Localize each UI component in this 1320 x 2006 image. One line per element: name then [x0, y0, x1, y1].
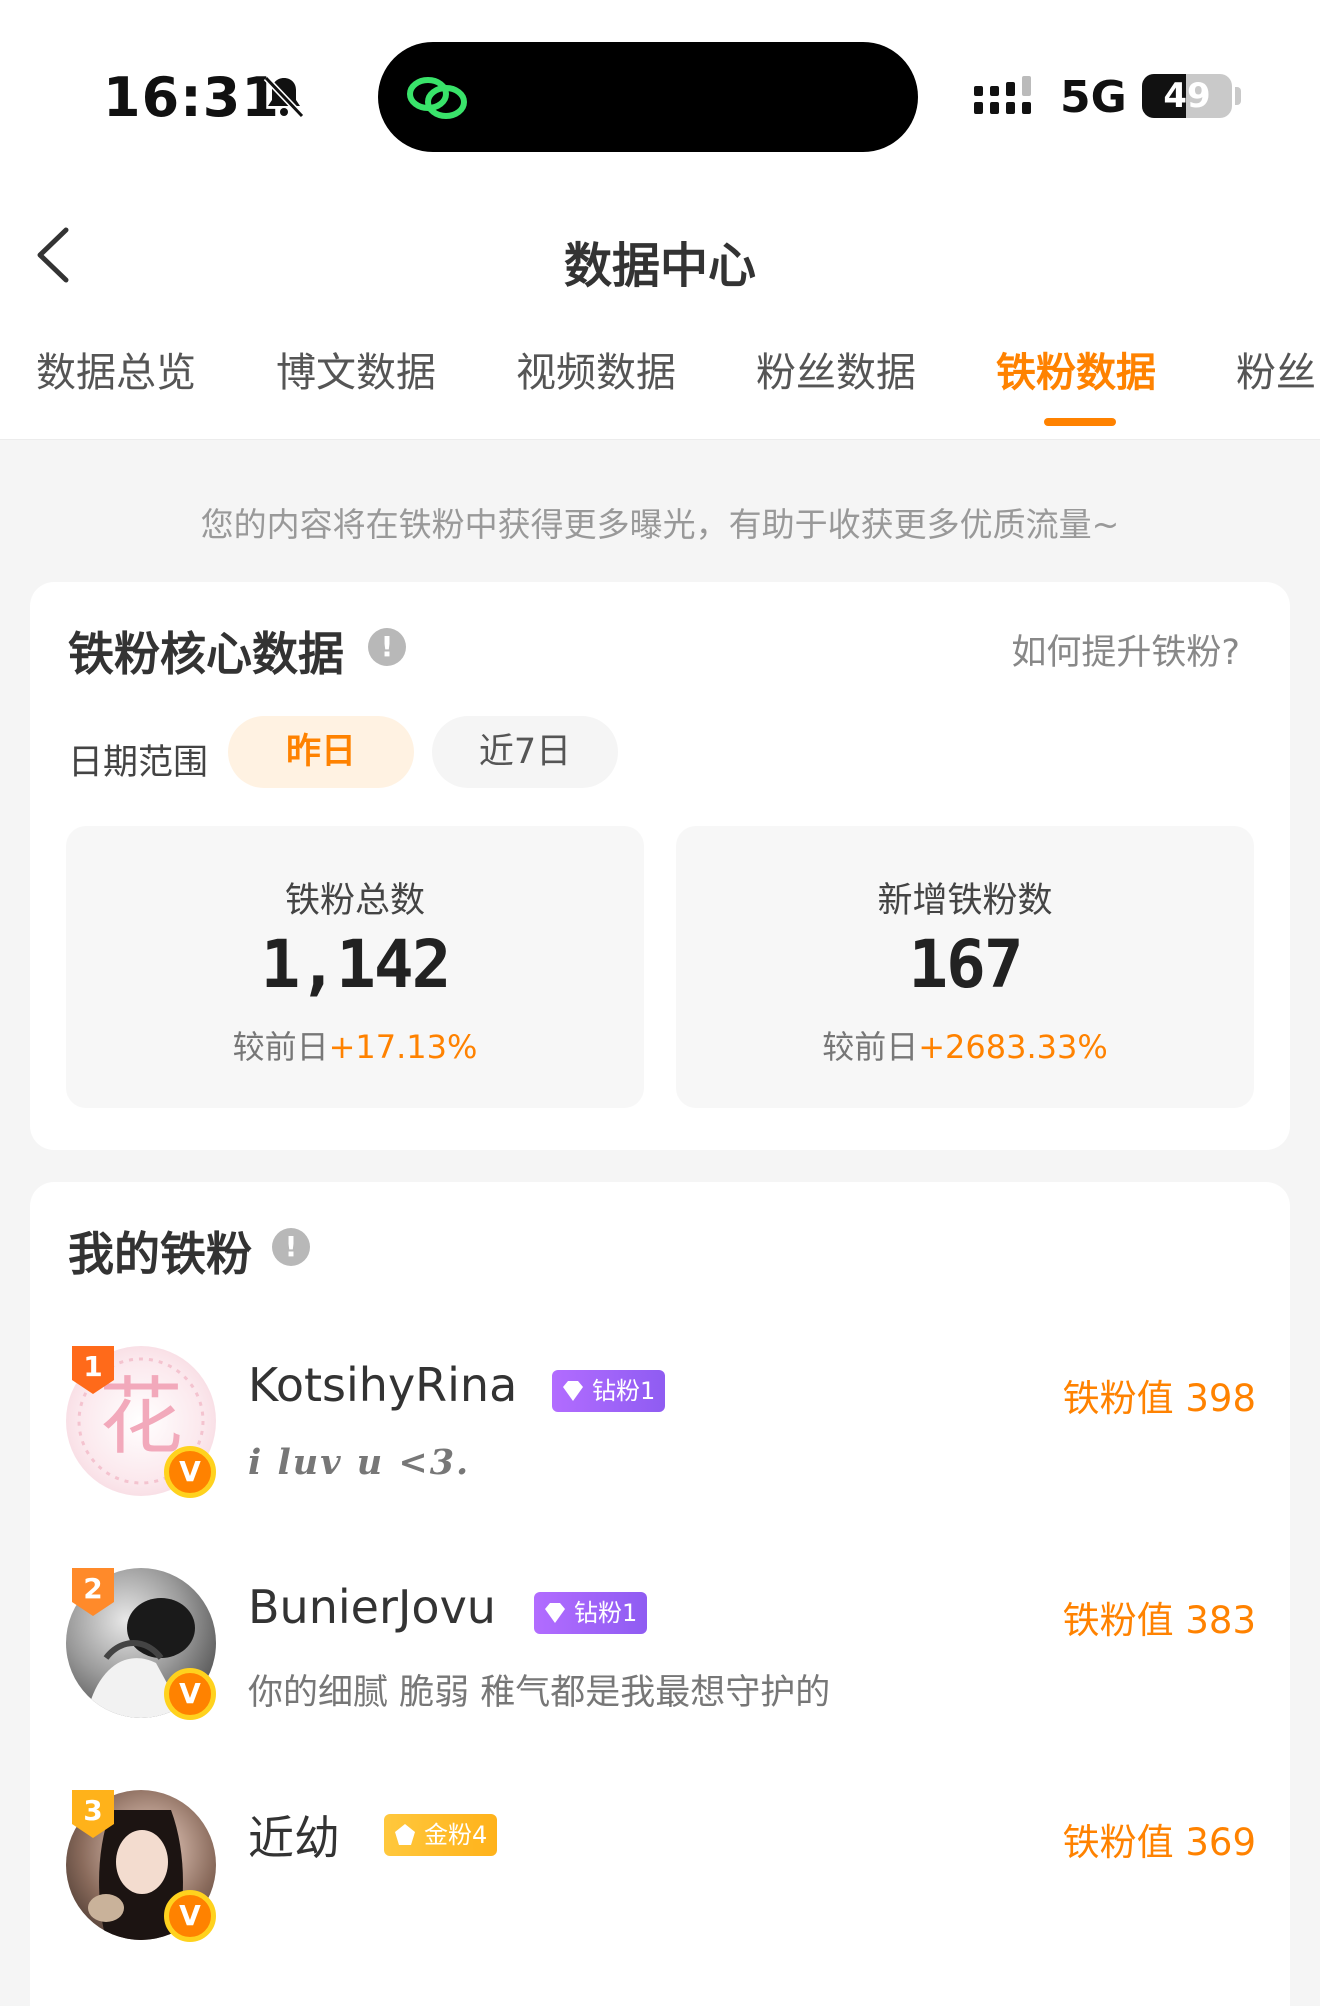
fan-bio: 你的细腻 脆弱 稚气都是我最想守护的 [248, 1673, 831, 1713]
stat-label: 铁粉总数 [284, 881, 425, 921]
battery-icon: 49 [1142, 74, 1232, 118]
status-time: 16:31 [103, 66, 280, 129]
svg-text:3: 3 [83, 1794, 102, 1827]
fan-score: 铁粉值 383 [1062, 1599, 1256, 1642]
tab-video[interactable]: 视频数据 [516, 340, 676, 398]
stat-compare: 较前日+17.13% [66, 1022, 644, 1068]
info-icon[interactable]: ! [272, 1228, 310, 1266]
fan-list-item[interactable]: 2 V BunierJovu 钻粉1 你的细腻 脆弱 稚气都是我最想守护的 铁粉… [66, 1568, 1256, 1748]
fan-level-badge: 钻粉1 [534, 1592, 648, 1634]
verified-v-icon: V [164, 1890, 216, 1942]
stat-label: 新增铁粉数 [877, 881, 1053, 921]
svg-text:2: 2 [83, 1572, 102, 1605]
fan-score: 铁粉值 398 [1062, 1377, 1256, 1420]
svg-text:1: 1 [83, 1350, 102, 1383]
new-iron-fans-stat: 新增铁粉数 167 较前日+2683.33% [676, 826, 1254, 1108]
my-iron-fans-title: 我的铁粉 [68, 1227, 252, 1281]
bell-slash-icon [263, 75, 305, 119]
date-range-label: 日期范围 [68, 743, 209, 783]
rank-badge-icon: 3 [72, 1790, 114, 1838]
range-7days-button[interactable]: 近7日 [432, 716, 618, 788]
verified-v-icon: V [164, 1446, 216, 1498]
my-iron-fans-card: 我的铁粉 ! 花 1 V KotsihyRina 钻粉1 i luv u <3.… [30, 1182, 1290, 2006]
page-header: 数据中心 数据总览 博文数据 视频数据 粉丝数据 铁粉数据 粉丝 [0, 180, 1320, 440]
rank-badge-icon: 2 [72, 1568, 114, 1616]
range-yesterday-button[interactable]: 昨日 [228, 716, 414, 788]
fan-list-item[interactable]: 3 V 近幼 金粉4 铁粉值 369 [66, 1790, 1256, 1970]
stat-value: 167 [908, 926, 1023, 1003]
core-data-card: 铁粉核心数据 ! 如何提升铁粉? 日期范围 昨日 近7日 铁粉总数 1,142 … [30, 582, 1290, 1150]
how-to-improve-link[interactable]: 如何提升铁粉? [1011, 624, 1240, 675]
page-title: 数据中心 [563, 238, 756, 294]
tab-iron-fans[interactable]: 铁粉数据 [996, 340, 1156, 398]
fan-score: 铁粉值 369 [1062, 1821, 1256, 1864]
fan-badge-label: 金粉4 [424, 1821, 488, 1849]
signal-icon [974, 76, 1031, 114]
rank-badge-icon: 1 [72, 1346, 114, 1394]
fan-name[interactable]: BunierJovu [248, 1580, 496, 1634]
diamond-gem-icon [563, 1381, 583, 1401]
compare-value: +17.13% [328, 1028, 478, 1066]
status-bar: 16:31 5G 49 [0, 0, 1320, 180]
stat-value: 1,142 [260, 926, 452, 1003]
compare-prefix: 较前日 [822, 1028, 919, 1066]
tab-overview[interactable]: 数据总览 [36, 340, 196, 398]
fan-badge-label: 钻粉1 [574, 1599, 638, 1627]
fan-badge-label: 钻粉1 [592, 1377, 656, 1405]
compare-prefix: 较前日 [232, 1028, 329, 1066]
fan-level-badge: 金粉4 [384, 1814, 498, 1856]
tab-posts[interactable]: 博文数据 [276, 340, 436, 398]
fan-name[interactable]: KotsihyRina [248, 1358, 517, 1412]
diamond-gem-icon [545, 1603, 565, 1623]
dynamic-island[interactable] [378, 42, 918, 152]
compare-value: +2683.33% [918, 1028, 1108, 1066]
link-icon [407, 77, 467, 119]
exposure-notice: 您的内容将在铁粉中获得更多曝光，有助于收获更多优质流量~ [200, 505, 1120, 544]
battery-percent: 49 [1163, 76, 1211, 116]
network-type: 5G [1060, 72, 1127, 123]
active-tab-indicator [1044, 418, 1116, 426]
fan-level-badge: 钻粉1 [552, 1370, 666, 1412]
info-icon[interactable]: ! [368, 628, 406, 666]
verified-v-icon: V [164, 1668, 216, 1720]
battery-tip [1235, 87, 1241, 105]
fan-bio: i luv u <3. [248, 1442, 471, 1483]
fan-list-item[interactable]: 花 1 V KotsihyRina 钻粉1 i luv u <3. 铁粉值 39… [66, 1346, 1256, 1526]
total-iron-fans-stat: 铁粉总数 1,142 较前日+17.13% [66, 826, 644, 1108]
tab-fans[interactable]: 粉丝数据 [756, 340, 916, 398]
tab-bar: 数据总览 博文数据 视频数据 粉丝数据 铁粉数据 粉丝 [0, 340, 1320, 440]
tab-fans-more[interactable]: 粉丝 [1236, 340, 1316, 398]
fan-name[interactable]: 近幼 [248, 1802, 340, 1868]
core-data-title: 铁粉核心数据 [68, 627, 344, 681]
stat-compare: 较前日+2683.33% [676, 1022, 1254, 1068]
gold-gem-icon [395, 1824, 415, 1845]
